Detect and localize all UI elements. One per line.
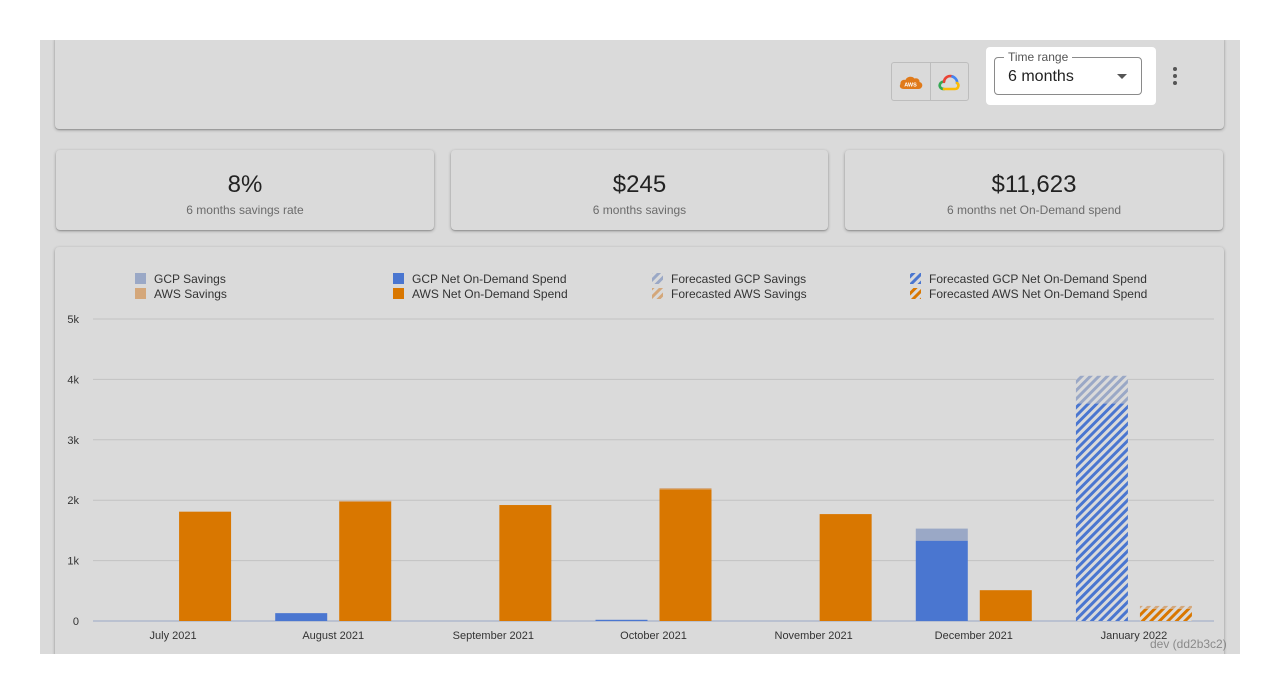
x-tick-label: November 2021: [775, 630, 853, 642]
legend-swatch: [652, 288, 663, 299]
bar-forecasted-gcp-net-on-demand-spend: [1075, 403, 1128, 621]
bar-aws-net-on-demand-spend: [659, 489, 712, 621]
savings-card: $245 6 months savings: [451, 150, 828, 230]
legend-swatch: [652, 273, 663, 284]
toolbar-card: AWS Time range 6 months: [55, 40, 1224, 129]
y-tick-label: 2k: [67, 495, 79, 507]
x-tick-label: August 2021: [302, 630, 364, 642]
legend-item-forecasted-gcp-net-on-demand-spend: Forecasted GCP Net On-Demand Spend: [910, 272, 1147, 286]
legend-item-forecasted-aws-savings: Forecasted AWS Savings: [652, 287, 807, 301]
legend-item-gcp-net-on-demand-spend: GCP Net On-Demand Spend: [393, 272, 567, 286]
legend-item-aws-savings: AWS Savings: [135, 287, 227, 301]
spend-bar-chart: GCP SavingsAWS Savings GCP Net On-Demand …: [67, 272, 1214, 642]
time-range-label: Time range: [1004, 49, 1073, 65]
savings-rate-label: 6 months savings rate: [186, 203, 304, 217]
on-demand-spend-label: 6 months net On-Demand spend: [946, 203, 1122, 217]
bar-aws-net-on-demand-spend: [339, 501, 392, 621]
aws-cloud-icon: AWS: [899, 76, 923, 89]
spend-chart-card: GCP Savings AWS Savings GCP Net On-Demand …: [55, 247, 1224, 654]
legend-label: Forecasted GCP Savings: [671, 272, 806, 286]
x-tick-label: October 2021: [620, 630, 687, 642]
legend-item-gcp-savings: GCP Savings: [135, 272, 226, 286]
savings-rate-card: 8% 6 months savings rate: [56, 150, 434, 230]
gcp-provider-button[interactable]: [929, 63, 969, 100]
y-tick-label: 4k: [67, 374, 79, 386]
dropdown-arrow-icon: [1117, 74, 1127, 79]
time-range-value: 6 months: [1008, 68, 1074, 85]
legend-swatch: [135, 288, 146, 299]
bar-gcp-net-on-demand-spend: [595, 619, 648, 621]
legend-label: AWS Savings: [154, 287, 227, 301]
bar-aws-net-on-demand-spend: [499, 505, 552, 621]
legend-label: AWS Net On-Demand Spend: [412, 287, 568, 301]
bar-aws-net-on-demand-spend: [179, 511, 232, 621]
bar-gcp-net-on-demand-spend: [915, 540, 968, 621]
bar-forecasted-aws-net-on-demand-spend: [1139, 608, 1192, 621]
app-frame: AWS Time range 6 months 8% 6 months savi…: [40, 40, 1240, 654]
build-version-label: dev (dd2b3c2): [1150, 637, 1227, 651]
x-tick-label: December 2021: [935, 630, 1013, 642]
x-tick-label: September 2021: [453, 630, 534, 642]
savings-rate-value: 8%: [227, 171, 263, 198]
y-tick-label: 1k: [67, 556, 79, 568]
legend-item-forecasted-aws-net-on-demand-spend: Forecasted AWS Net On-Demand Spend: [910, 287, 1147, 301]
savings-value: $245: [612, 171, 667, 198]
y-tick-label: 0: [73, 616, 79, 628]
bar-gcp-savings: [915, 528, 968, 541]
legend-swatch: [135, 273, 146, 284]
x-tick-label: July 2021: [150, 630, 197, 642]
legend-item-forecasted-gcp-savings: Forecasted GCP Savings: [652, 272, 806, 286]
legend-label: GCP Net On-Demand Spend: [412, 272, 567, 286]
on-demand-spend-card: $11,623 6 months net On-Demand spend: [845, 150, 1223, 230]
aws-logo-text: AWS: [904, 82, 917, 88]
legend-label: GCP Savings: [154, 272, 226, 286]
savings-label: 6 months savings: [592, 203, 687, 217]
legend-item-aws-net-on-demand-spend: AWS Net On-Demand Spend: [393, 287, 568, 301]
bar-aws-savings: [339, 500, 392, 502]
bar-forecasted-gcp-savings: [1075, 375, 1128, 404]
bar-aws-net-on-demand-spend: [819, 514, 872, 621]
legend-swatch: [910, 273, 921, 284]
bar-forecasted-aws-savings: [1139, 605, 1192, 609]
provider-toggle: AWS: [891, 62, 969, 101]
legend-label: Forecasted GCP Net On-Demand Spend: [929, 272, 1147, 286]
legend-swatch: [393, 288, 404, 299]
legend-swatch: [393, 273, 404, 284]
bar-gcp-net-on-demand-spend: [275, 613, 328, 621]
google-cloud-icon: [938, 74, 960, 90]
legend-label: Forecasted AWS Net On-Demand Spend: [929, 287, 1147, 301]
aws-provider-button[interactable]: AWS: [892, 63, 930, 100]
more-vert-icon[interactable]: [1161, 61, 1189, 91]
time-range-panel: Time range 6 months: [986, 47, 1156, 105]
legend-swatch: [910, 288, 921, 299]
bar-aws-savings: [659, 488, 712, 490]
on-demand-spend-value: $11,623: [991, 171, 1077, 198]
y-tick-label: 3k: [67, 435, 79, 447]
y-tick-label: 5k: [67, 314, 79, 326]
legend-label: Forecasted AWS Savings: [671, 287, 807, 301]
time-range-select[interactable]: Time range 6 months: [994, 49, 1142, 95]
bar-aws-net-on-demand-spend: [979, 590, 1032, 621]
